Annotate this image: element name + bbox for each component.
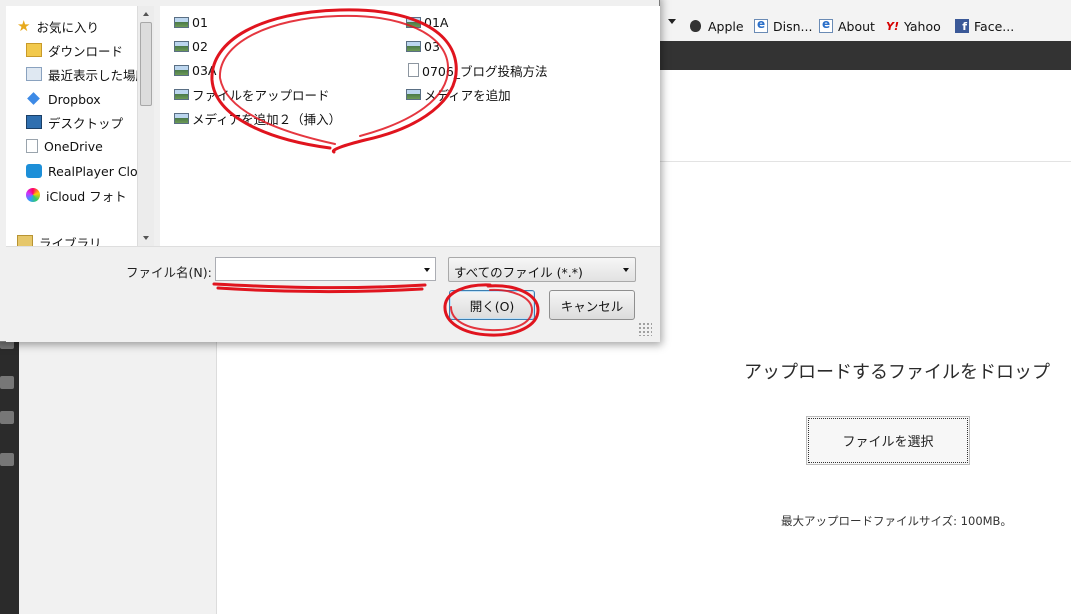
apple-icon bbox=[689, 19, 703, 33]
image-file-icon bbox=[174, 40, 189, 52]
nav-item-favorites[interactable]: ★ お気に入り bbox=[17, 17, 99, 35]
bookmark-label: Apple bbox=[708, 18, 744, 34]
file-item-01a[interactable]: 01A bbox=[406, 13, 448, 31]
image-file-icon bbox=[406, 88, 421, 100]
nav-item-desktop[interactable]: デスクトップ bbox=[26, 113, 123, 131]
navigation-scrollbar[interactable] bbox=[137, 6, 154, 246]
star-icon: ★ bbox=[17, 17, 31, 35]
file-name: ファイルをアップロード bbox=[192, 87, 330, 103]
bookmark-label: Disn... bbox=[773, 18, 813, 34]
ie-page-icon bbox=[754, 17, 768, 33]
file-item-add-media[interactable]: メディアを追加 bbox=[406, 85, 511, 103]
file-name: メディアを追加２（挿入） bbox=[192, 111, 342, 127]
image-file-icon bbox=[174, 16, 189, 28]
nav-item-dropbox[interactable]: Dropbox bbox=[26, 90, 101, 108]
image-file-icon bbox=[406, 40, 421, 52]
image-file-icon bbox=[406, 16, 421, 28]
bookmark-disney[interactable]: Disn... bbox=[754, 17, 812, 35]
users-menu-icon[interactable] bbox=[0, 376, 14, 389]
recent-places-icon bbox=[26, 67, 42, 81]
yahoo-icon: Y! bbox=[886, 19, 899, 33]
file-item-03a[interactable]: 03A bbox=[174, 61, 216, 79]
filename-input[interactable] bbox=[215, 257, 436, 281]
file-name: 01A bbox=[424, 14, 449, 30]
ie-page-icon bbox=[819, 17, 833, 33]
bookmarks-overflow-arrow-icon[interactable] bbox=[668, 19, 676, 24]
nav-item-icloud-photos[interactable]: iCloud フォト bbox=[26, 186, 127, 204]
nav-item-label: ライブラリ bbox=[39, 235, 102, 247]
facebook-icon: f bbox=[955, 19, 969, 33]
nav-item-label: Dropbox bbox=[48, 91, 101, 107]
text-file-icon bbox=[408, 63, 419, 77]
filename-label: ファイル名(N): bbox=[126, 265, 212, 280]
file-item-add-media-2[interactable]: メディアを追加２（挿入） bbox=[174, 109, 341, 127]
dropbox-icon bbox=[26, 92, 42, 106]
nav-item-recent-places[interactable]: 最近表示した場所 bbox=[26, 65, 148, 83]
bookmark-about[interactable]: About bbox=[819, 17, 875, 35]
nav-item-label: ダウンロード bbox=[48, 43, 124, 59]
file-name: 03 bbox=[424, 38, 440, 54]
file-name: 0706_ブログ投稿方法 bbox=[422, 63, 548, 79]
file-name: メディアを追加 bbox=[424, 87, 511, 103]
scrollbar-thumb[interactable] bbox=[140, 22, 152, 106]
nav-item-realplayer[interactable]: RealPlayer Cloud bbox=[26, 162, 154, 180]
onedrive-icon bbox=[26, 139, 38, 153]
nav-item-label: 最近表示した場所 bbox=[48, 67, 149, 83]
image-file-icon bbox=[174, 112, 189, 124]
nav-item-downloads[interactable]: ダウンロード bbox=[26, 41, 123, 59]
navigation-pane: ★ お気に入り ダウンロード 最近表示した場所 Dropbox デスクトップ O… bbox=[6, 6, 154, 246]
bookmark-facebook[interactable]: f Face... bbox=[955, 17, 1014, 35]
realplayer-icon bbox=[26, 164, 42, 178]
file-name: 02 bbox=[192, 38, 208, 54]
desktop-icon bbox=[26, 115, 42, 129]
nav-item-label: デスクトップ bbox=[48, 115, 124, 131]
image-file-icon bbox=[174, 88, 189, 100]
nav-item-label: OneDrive bbox=[44, 138, 103, 154]
open-button[interactable]: 開く(O) bbox=[449, 290, 535, 320]
bookmark-apple[interactable]: Apple bbox=[689, 17, 744, 35]
tools-menu-icon[interactable] bbox=[0, 411, 14, 424]
file-item-03[interactable]: 03 bbox=[406, 37, 440, 55]
scroll-down-arrow-icon[interactable] bbox=[143, 236, 149, 240]
scroll-up-arrow-icon[interactable] bbox=[143, 12, 149, 16]
cancel-button[interactable]: キャンセル bbox=[549, 290, 635, 320]
file-name: 03A bbox=[192, 62, 217, 78]
file-type-select[interactable]: すべてのファイル (*.*) bbox=[448, 257, 636, 282]
select-file-button[interactable]: ファイルを選択 bbox=[806, 416, 970, 465]
collapse-menu-icon[interactable] bbox=[0, 453, 14, 466]
library-icon bbox=[17, 235, 33, 246]
nav-item-onedrive[interactable]: OneDrive bbox=[26, 137, 103, 155]
bookmark-yahoo[interactable]: Y! Yahoo bbox=[886, 17, 941, 35]
download-folder-icon bbox=[26, 43, 42, 57]
filename-history-arrow-icon[interactable] bbox=[424, 268, 430, 272]
file-item-upload-file[interactable]: ファイルをアップロード bbox=[174, 85, 330, 103]
file-name: 01 bbox=[192, 14, 208, 30]
bookmark-label: Face... bbox=[974, 18, 1015, 34]
file-item-02[interactable]: 02 bbox=[174, 37, 208, 55]
file-item-01[interactable]: 01 bbox=[174, 13, 208, 31]
resize-grip-icon[interactable] bbox=[638, 322, 652, 336]
icloud-photos-icon bbox=[26, 188, 40, 202]
max-upload-size: 最大アップロードファイルサイズ: 100MB。 bbox=[781, 514, 1012, 528]
file-type-value: すべてのファイル (*.*) bbox=[454, 265, 583, 280]
chevron-down-icon bbox=[623, 268, 629, 272]
drop-instructions: アップロードするファイルをドロップ bbox=[744, 362, 1050, 383]
nav-item-label: お気に入り bbox=[36, 19, 99, 35]
image-file-icon bbox=[174, 64, 189, 76]
nav-item-label: iCloud フォト bbox=[46, 188, 127, 204]
bookmark-label: About bbox=[838, 18, 875, 34]
nav-item-library[interactable]: ライブラリ bbox=[17, 233, 102, 246]
file-item-blog-howto[interactable]: 0706_ブログ投稿方法 bbox=[408, 61, 548, 79]
bookmark-label: Yahoo bbox=[903, 18, 941, 34]
